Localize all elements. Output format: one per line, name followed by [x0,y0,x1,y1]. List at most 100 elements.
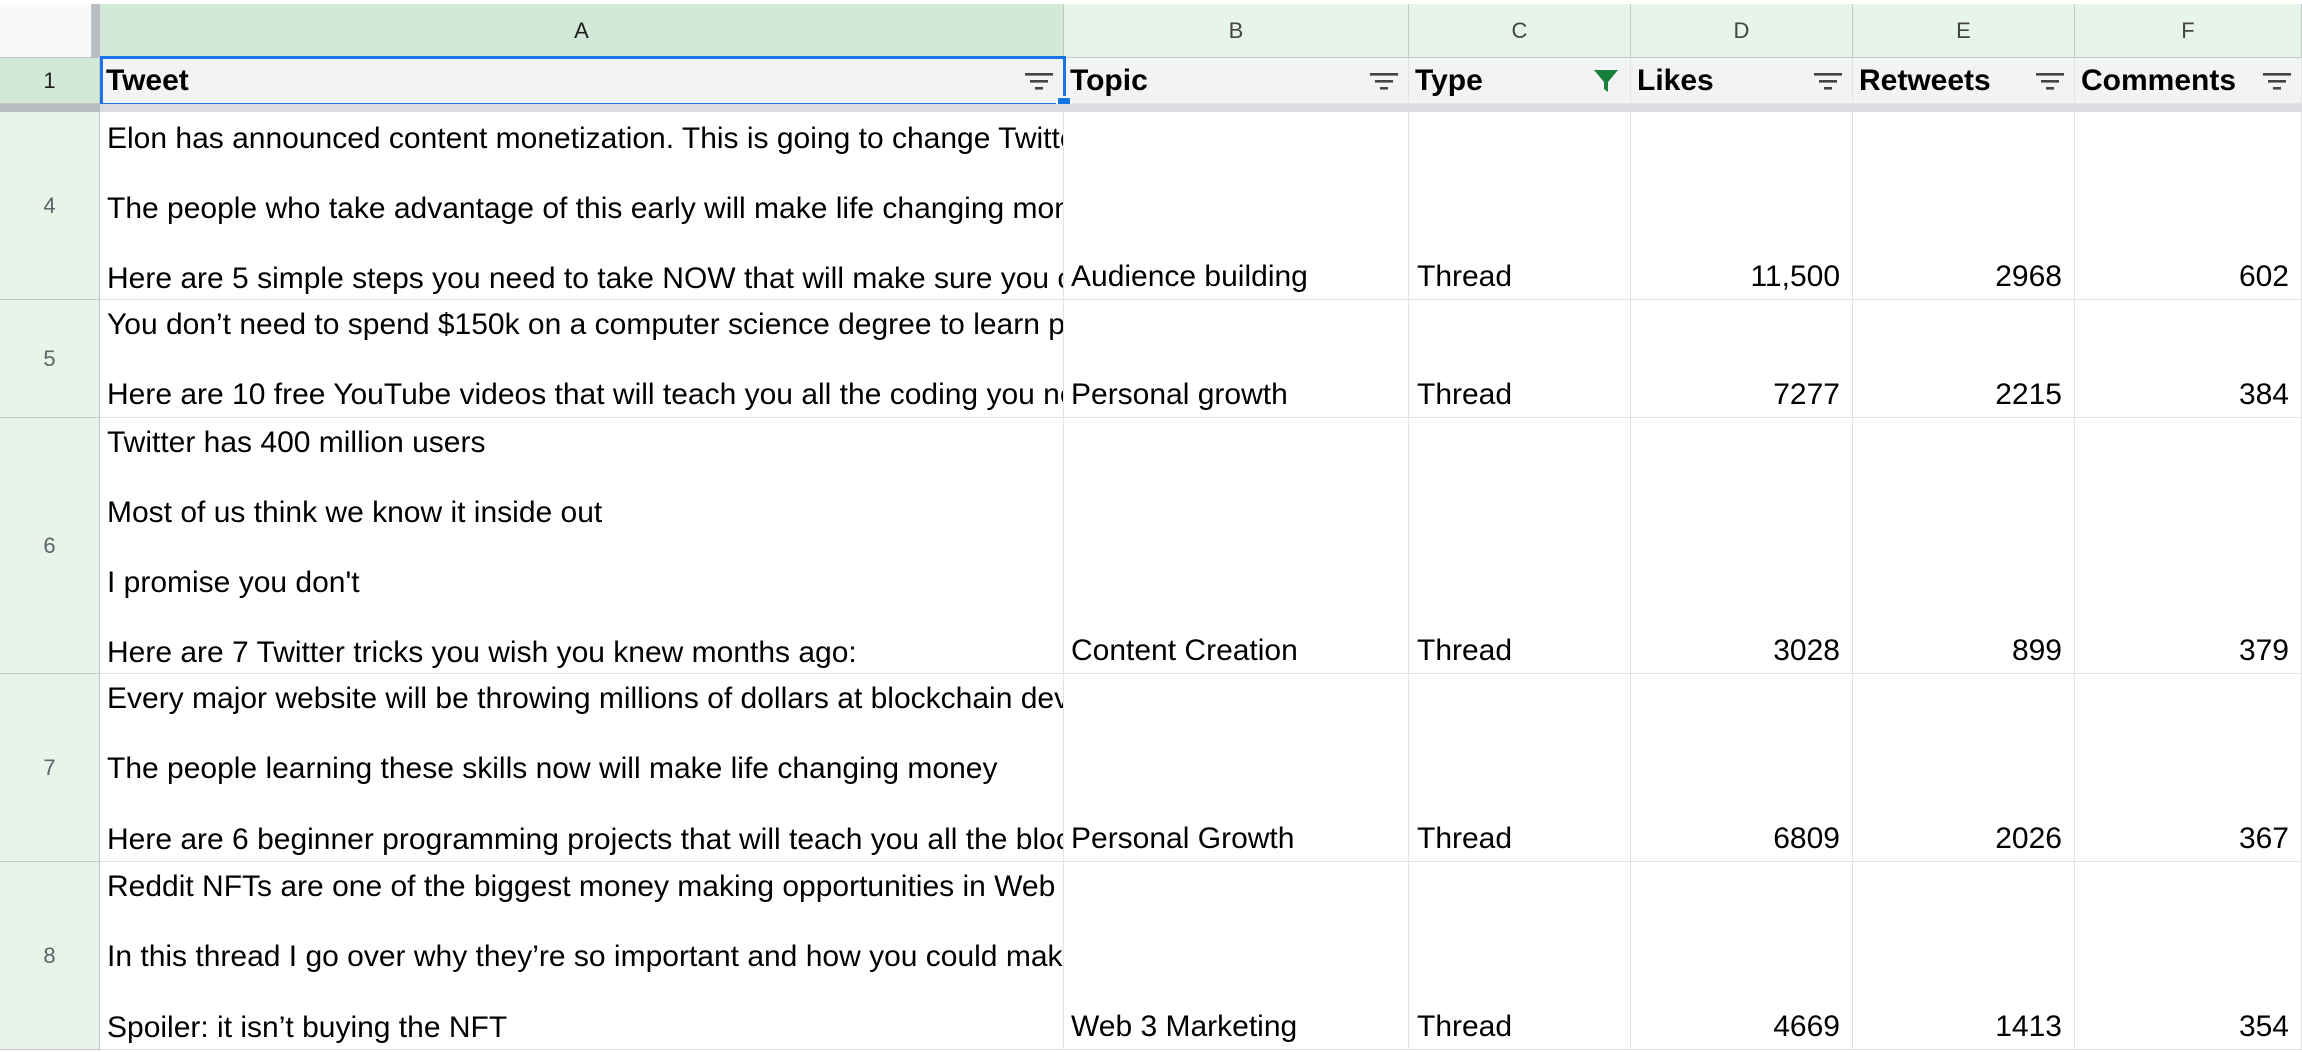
likes-value: 11,500 [1750,260,1840,293]
type-value: Thread [1417,634,1513,667]
header-cell-comments[interactable]: Comments [2075,58,2302,104]
column-header-a[interactable]: A [100,4,1064,58]
retweets-value: 899 [2011,634,2062,667]
column-letter: E [1956,17,1971,43]
topic-value: Personal Growth [1071,822,1295,855]
tweet-line: Reddit NFTs are one of the biggest money… [107,870,1064,903]
retweets-value: 2968 [1995,260,2062,293]
filter-lines-icon[interactable] [1021,63,1057,99]
tweet-cell[interactable]: Twitter has 400 million users Most of us… [100,418,1064,674]
tweet-line: Here are 7 Twitter tricks you wish you k… [107,636,857,669]
header-cell-retweets[interactable]: Retweets [1853,58,2075,104]
comments-cell[interactable]: 367 [2075,674,2302,862]
column-letter: A [574,17,589,43]
column-header-d[interactable]: D [1631,4,1853,58]
column-header-c[interactable]: C [1409,4,1631,58]
row-header-4[interactable]: 4 [0,112,100,300]
comments-value: 354 [2238,1010,2289,1043]
comments-cell[interactable]: 354 [2075,862,2302,1050]
filter-funnel-active-icon[interactable] [1588,63,1624,99]
likes-value: 4669 [1773,1010,1840,1043]
header-label: Type [1415,63,1483,97]
topic-value: Audience building [1071,260,1308,293]
tweet-line: Spoiler: it isn’t buying the NFT [107,1011,508,1044]
row-header-7[interactable]: 7 [0,674,100,862]
type-cell[interactable]: Thread [1409,112,1631,300]
comments-cell[interactable]: 379 [2075,418,2302,674]
column-letter: C [1511,17,1528,43]
likes-value: 6809 [1773,822,1840,855]
tweet-cell[interactable]: Every major website will be throwing mil… [100,674,1064,862]
filter-lines-icon[interactable] [2032,63,2068,99]
likes-value: 3028 [1773,634,1840,667]
comments-value: 602 [2238,260,2289,293]
column-header-b[interactable]: B [1064,4,1409,58]
select-all-corner[interactable] [0,4,92,58]
header-label: Comments [2081,63,2237,97]
tweet-cell[interactable]: Elon has announced content monetization.… [100,112,1064,300]
column-letter: D [1733,17,1750,43]
topic-value: Content Creation [1071,634,1298,667]
row-number: 7 [43,754,56,780]
frozen-column-divider[interactable] [92,4,100,58]
retweets-cell[interactable]: 899 [1853,418,2075,674]
likes-cell[interactable]: 3028 [1631,418,1853,674]
likes-cell[interactable]: 11,500 [1631,112,1853,300]
tweet-line: Most of us think we know it inside out [107,496,603,529]
type-cell[interactable]: Thread [1409,862,1631,1050]
topic-cell[interactable]: Web 3 Marketing [1064,862,1409,1050]
row-header-1[interactable]: 1 [0,58,100,104]
tweet-line: Here are 5 simple steps you need to take… [107,262,1064,295]
topic-cell[interactable]: Personal growth [1064,300,1409,418]
comments-cell[interactable]: 384 [2075,300,2302,418]
comments-value: 384 [2238,378,2289,411]
column-header-f[interactable]: F [2075,4,2302,58]
header-cell-likes[interactable]: Likes [1631,58,1853,104]
header-label: Likes [1637,63,1714,97]
tweet-cell[interactable]: Reddit NFTs are one of the biggest money… [100,862,1064,1050]
header-label: Topic [1070,63,1148,97]
row-number: 6 [43,532,56,558]
retweets-cell[interactable]: 2026 [1853,674,2075,862]
header-cell-tweet[interactable]: Tweet [100,58,1064,104]
retweets-value: 2215 [1995,378,2062,411]
filter-lines-icon[interactable] [1810,63,1846,99]
type-value: Thread [1417,378,1513,411]
tweet-cell[interactable]: You don’t need to spend $150k on a compu… [100,300,1064,418]
tweet-line: The people who take advantage of this ea… [107,192,1064,225]
row-number: 5 [43,345,56,371]
likes-cell[interactable]: 6809 [1631,674,1853,862]
tweet-line: Elon has announced content monetization.… [107,122,1064,155]
row-header-6[interactable]: 6 [0,418,100,674]
frozen-row-divider[interactable] [100,104,2302,112]
retweets-cell[interactable]: 2968 [1853,112,2075,300]
topic-cell[interactable]: Audience building [1064,112,1409,300]
header-label: Retweets [1859,63,1991,97]
comments-cell[interactable]: 602 [2075,112,2302,300]
header-label: Tweet [106,63,189,97]
column-header-e[interactable]: E [1853,4,2075,58]
retweets-value: 1413 [1995,1010,2062,1043]
retweets-cell[interactable]: 2215 [1853,300,2075,418]
tweet-line: Twitter has 400 million users [107,426,486,459]
filter-lines-icon[interactable] [2259,63,2295,99]
row-number: 8 [43,942,56,968]
filter-lines-icon[interactable] [1366,63,1402,99]
type-value: Thread [1417,260,1513,293]
retweets-cell[interactable]: 1413 [1853,862,2075,1050]
likes-cell[interactable]: 4669 [1631,862,1853,1050]
spreadsheet-grid: A B C D E F 1 Tweet Topic Type Likes Ret… [0,0,2302,1052]
topic-cell[interactable]: Content Creation [1064,418,1409,674]
likes-cell[interactable]: 7277 [1631,300,1853,418]
row-header-8[interactable]: 8 [0,862,100,1050]
row-header-5[interactable]: 5 [0,300,100,418]
type-cell[interactable]: Thread [1409,300,1631,418]
header-cell-type[interactable]: Type [1409,58,1631,104]
type-cell[interactable]: Thread [1409,418,1631,674]
topic-cell[interactable]: Personal Growth [1064,674,1409,862]
frozen-row-divider-left[interactable] [0,104,100,112]
comments-value: 367 [2238,822,2289,855]
tweet-line: Here are 6 beginner programming projects… [107,823,1064,856]
header-cell-topic[interactable]: Topic [1064,58,1409,104]
type-cell[interactable]: Thread [1409,674,1631,862]
